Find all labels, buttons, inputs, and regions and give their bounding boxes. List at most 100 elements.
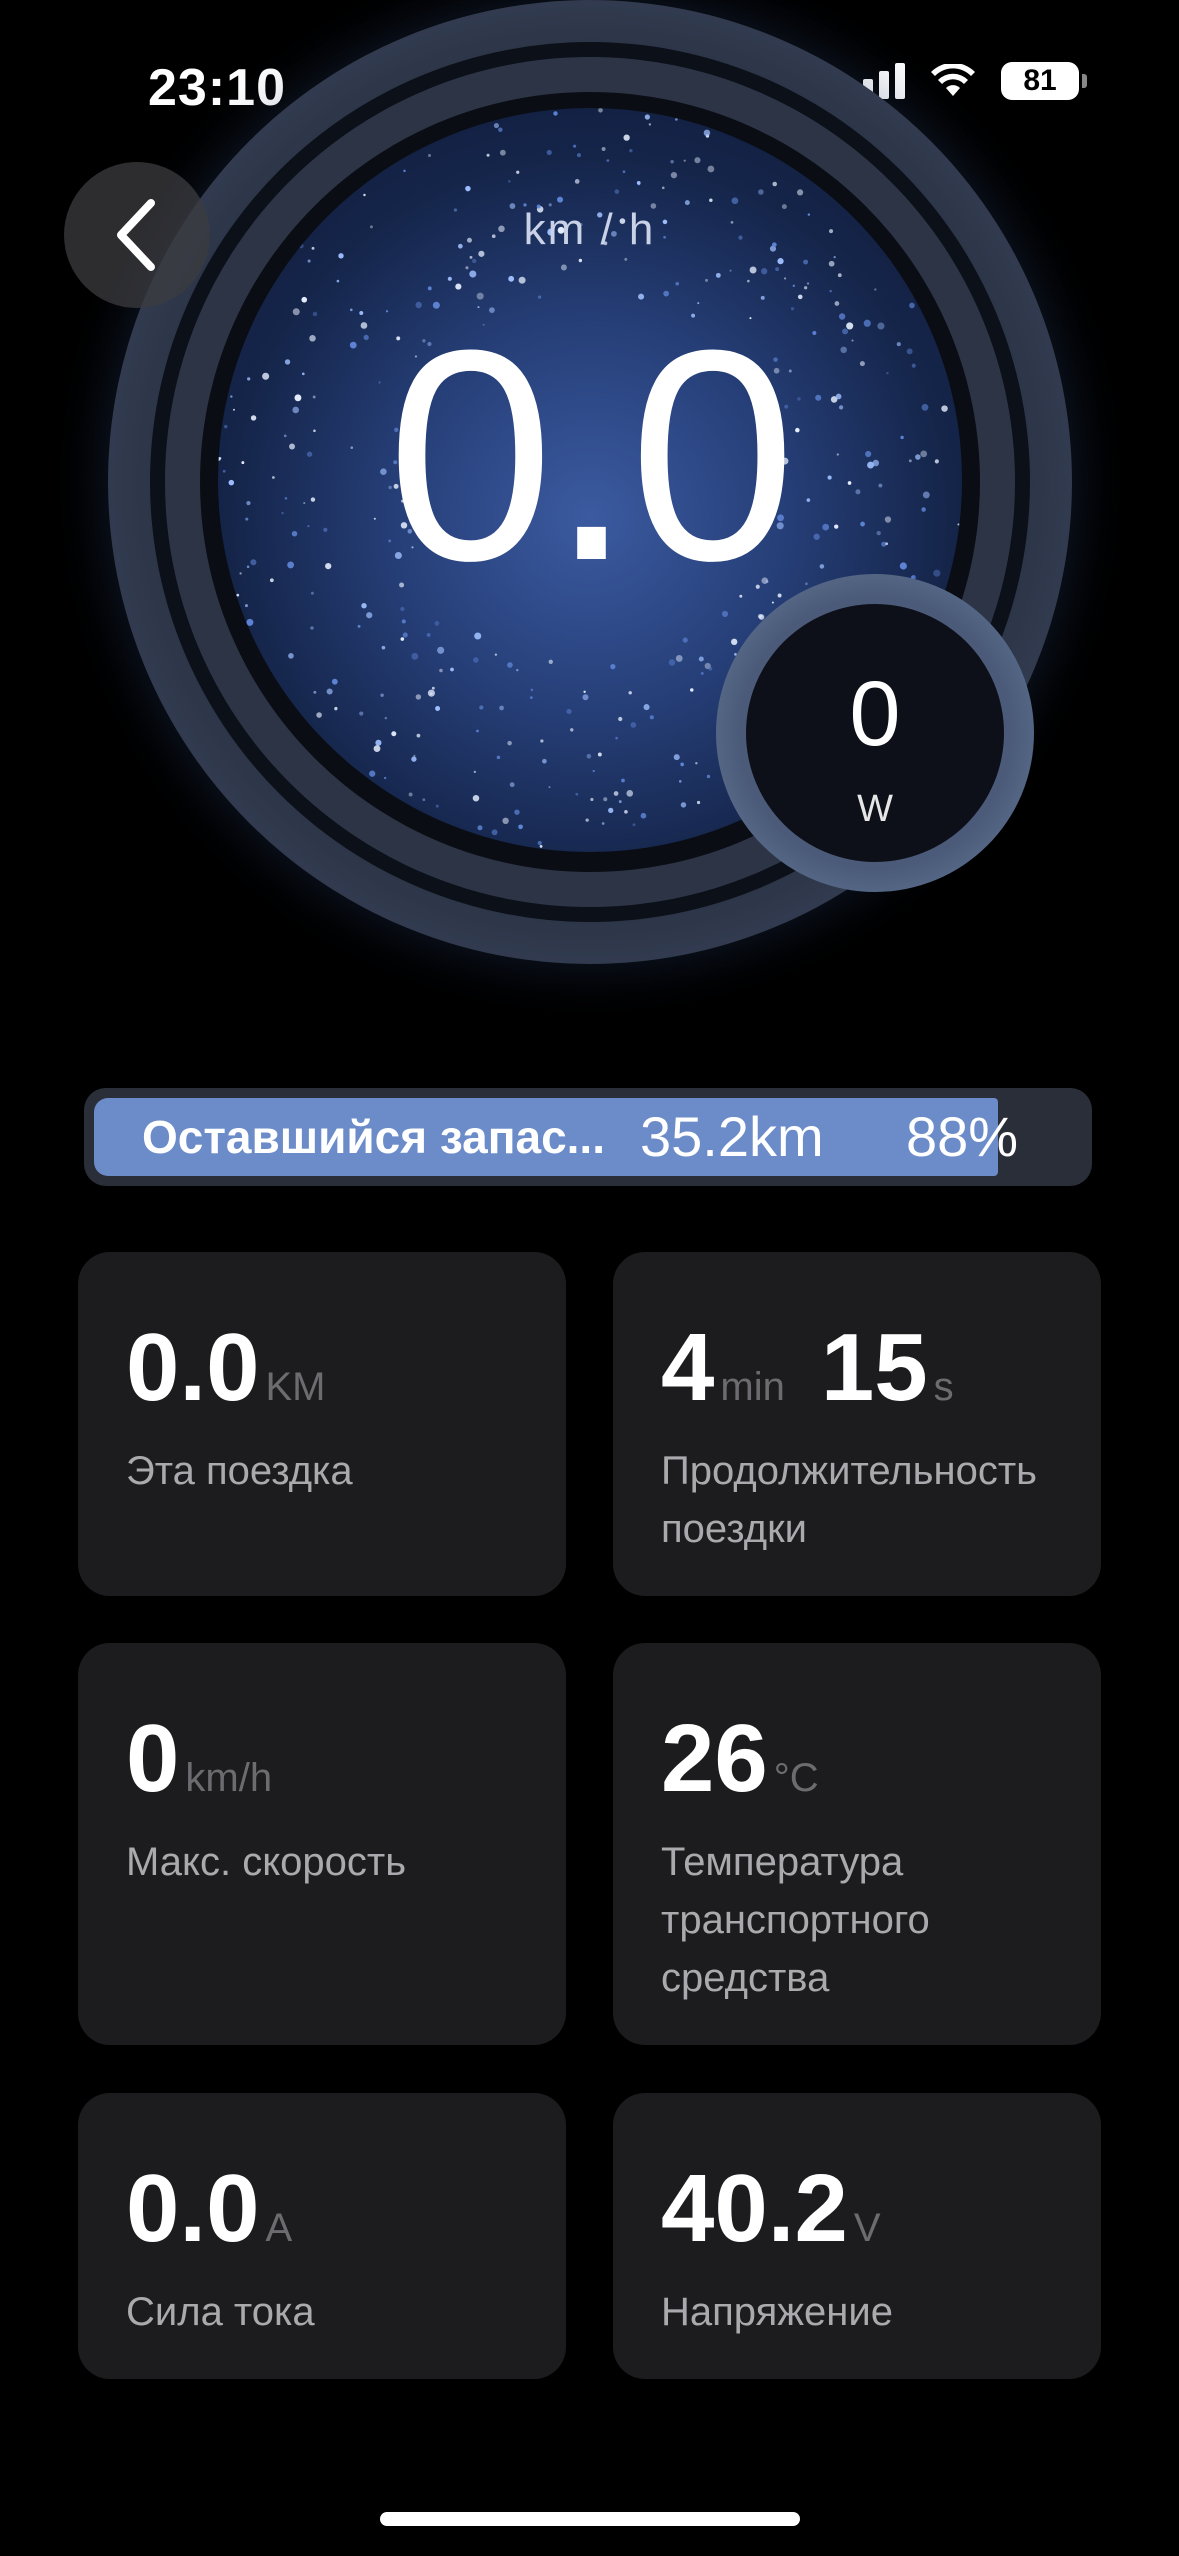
star	[516, 170, 520, 174]
star	[400, 637, 405, 641]
trip-unit: KM	[265, 1365, 326, 1409]
star	[592, 769, 595, 773]
star	[703, 129, 711, 137]
star	[428, 154, 431, 158]
temperature-value-row: 26 °C	[661, 1711, 819, 1807]
duration-seconds: 15	[820, 1314, 928, 1421]
star	[585, 818, 589, 822]
star	[772, 181, 778, 187]
temperature-label: Температура транспортного средства	[661, 1840, 930, 2000]
star	[731, 638, 738, 646]
star	[493, 122, 500, 129]
star	[624, 257, 628, 261]
power-value: 0	[849, 663, 901, 765]
star	[829, 289, 832, 293]
star	[494, 653, 498, 656]
range-label: Оставшийся запас...	[142, 1111, 605, 1163]
star	[509, 782, 515, 788]
star	[775, 267, 780, 272]
star	[411, 756, 417, 762]
star	[359, 711, 364, 716]
star	[806, 282, 810, 285]
star	[331, 678, 338, 685]
star	[474, 632, 482, 640]
star	[498, 127, 503, 133]
wifi-icon	[931, 64, 975, 96]
star	[530, 688, 534, 692]
back-button[interactable]	[64, 162, 210, 308]
star	[709, 198, 713, 203]
star	[705, 278, 708, 282]
duration-minutes-unit: min	[720, 1365, 785, 1409]
star	[435, 804, 439, 808]
star	[777, 258, 784, 265]
star	[491, 829, 498, 836]
star	[618, 716, 623, 722]
star	[644, 114, 650, 120]
star	[640, 812, 647, 819]
star	[472, 794, 480, 802]
star	[706, 774, 711, 779]
star	[560, 264, 567, 271]
star	[683, 159, 686, 162]
battery-level: 81	[1023, 64, 1057, 97]
star	[675, 654, 683, 662]
star	[473, 770, 477, 774]
star	[416, 733, 421, 738]
star	[682, 637, 688, 643]
star	[570, 728, 574, 732]
star	[507, 662, 513, 668]
star	[548, 659, 553, 664]
star	[391, 731, 397, 737]
star	[499, 149, 506, 156]
current-unit: A	[265, 2206, 293, 2250]
star	[749, 266, 757, 274]
star	[792, 284, 795, 288]
star	[696, 800, 701, 805]
star	[301, 296, 308, 303]
star	[502, 817, 509, 825]
star	[690, 688, 694, 692]
star	[499, 705, 504, 711]
star	[615, 736, 618, 740]
star	[539, 844, 543, 848]
star	[540, 739, 544, 743]
star	[837, 273, 842, 278]
star	[473, 657, 479, 663]
star	[606, 159, 610, 162]
star	[621, 778, 625, 783]
card-trip-duration: 4 min 15 s Продолжительность поездки	[613, 1252, 1101, 1596]
star	[675, 118, 678, 121]
star	[715, 272, 721, 278]
current-value: 0.0	[126, 2155, 260, 2262]
star	[334, 707, 338, 711]
star	[496, 755, 501, 760]
star	[518, 276, 526, 284]
star	[649, 715, 654, 720]
star	[680, 762, 684, 767]
star	[447, 276, 452, 281]
star	[369, 770, 376, 777]
temperature-value: 26	[661, 1705, 768, 1812]
trip-value: 0.0	[126, 1314, 260, 1421]
star	[729, 269, 732, 272]
star	[431, 686, 435, 690]
star	[601, 147, 606, 152]
star	[469, 270, 477, 278]
star	[310, 626, 314, 630]
home-indicator[interactable]	[380, 2512, 800, 2526]
star	[668, 659, 676, 666]
star	[516, 669, 519, 672]
range-percent: 88%	[906, 1105, 1019, 1168]
star	[465, 185, 471, 192]
star	[804, 286, 808, 290]
star	[608, 807, 614, 814]
star	[700, 671, 704, 675]
star	[598, 108, 603, 113]
trip-value-row: 0.0 KM	[126, 1320, 325, 1416]
max-speed-label: Макс. скорость	[126, 1840, 407, 1884]
star	[575, 792, 579, 796]
star	[661, 186, 665, 190]
star	[573, 144, 577, 148]
card-current: 0.0 A Сила тока	[78, 2093, 566, 2379]
